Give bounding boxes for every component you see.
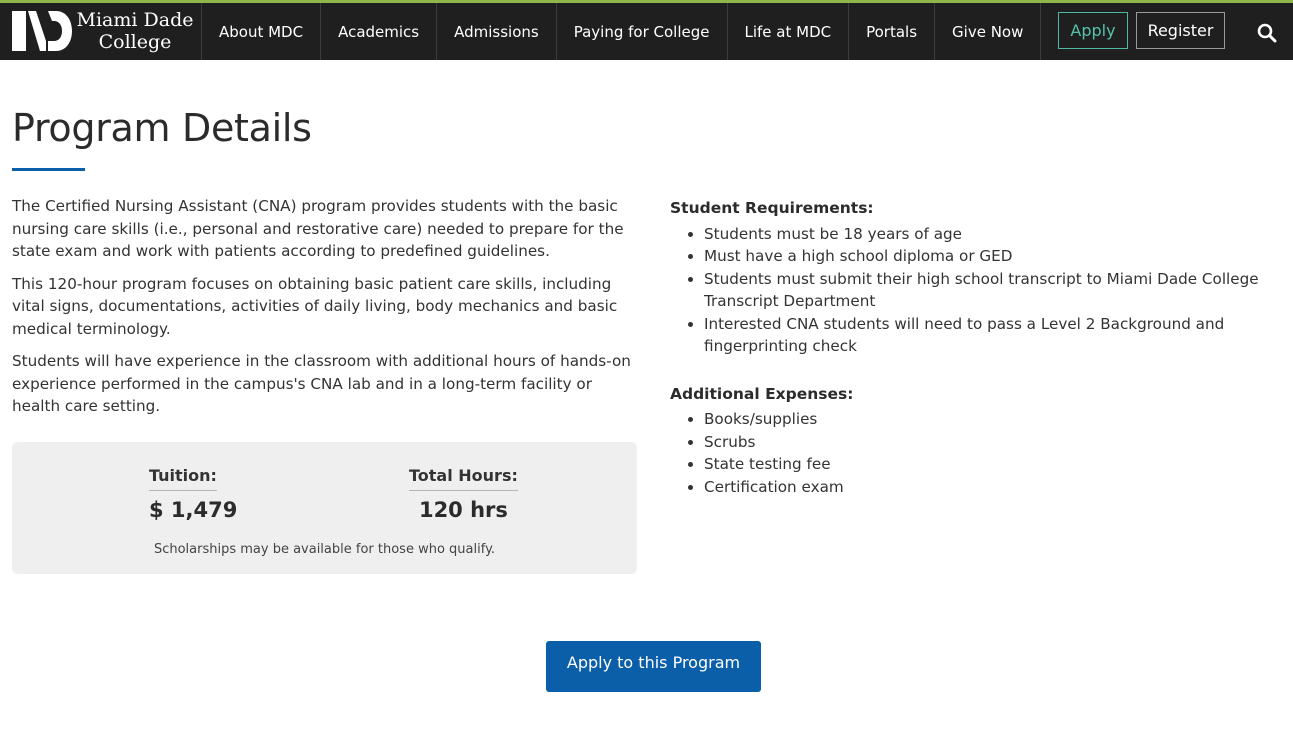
expenses-heading: Additional Expenses:	[670, 384, 854, 403]
list-item: Certification exam	[704, 476, 1270, 499]
description-paragraph: The Certified Nursing Assistant (CNA) pr…	[12, 197, 624, 260]
logo-line-2: College	[98, 31, 172, 53]
hours-label: Total Hours:	[409, 466, 518, 491]
requirements-heading: Student Requirements:	[670, 199, 874, 217]
mdc-logo-link[interactable]: Miami Dade College	[0, 3, 202, 60]
hours-value: 120 hrs	[418, 498, 508, 522]
program-cost-box: Tuition: $ 1,479 Total Hours: 120 hrs Sc…	[12, 442, 637, 574]
page-title: Program Details	[12, 106, 312, 150]
expenses-list: Books/supplies Scrubs State testing fee …	[670, 408, 1270, 498]
nav-portals[interactable]: Portals	[849, 3, 936, 60]
logo-line-1: Miami Dade	[76, 9, 194, 31]
list-item: Interested CNA students will need to pas…	[704, 313, 1270, 358]
nav-life-at-mdc[interactable]: Life at MDC	[728, 3, 850, 60]
nav-academics[interactable]: Academics	[321, 3, 438, 60]
description-paragraph: Students will have experience in the cla…	[12, 352, 631, 415]
mdc-logo-icon	[12, 11, 72, 51]
title-underline	[12, 168, 85, 171]
search-button[interactable]	[1256, 22, 1278, 44]
search-icon	[1257, 23, 1277, 43]
list-item: Students must be 18 years of age	[704, 223, 1270, 246]
tuition-label: Tuition:	[149, 466, 217, 491]
register-button[interactable]: Register	[1136, 12, 1225, 49]
list-item: State testing fee	[704, 453, 1270, 476]
top-navigation-bar: Miami Dade College About MDC Academics A…	[0, 0, 1293, 60]
tuition-value: $ 1,479	[149, 498, 238, 522]
requirements-column: Student Requirements: Students must be 1…	[670, 197, 1270, 523]
nav-admissions[interactable]: Admissions	[437, 3, 557, 60]
nav-about-mdc[interactable]: About MDC	[202, 3, 322, 60]
list-item: Books/supplies	[704, 408, 1270, 431]
list-item: Scrubs	[704, 431, 1270, 454]
list-item: Must have a high school diploma or GED	[704, 245, 1270, 268]
logo-wordmark: Miami Dade College	[75, 9, 195, 53]
nav-give-now[interactable]: Give Now	[935, 3, 1042, 60]
program-description: The Certified Nursing Assistant (CNA) pr…	[12, 195, 637, 428]
nav-paying-for-college[interactable]: Paying for College	[557, 3, 728, 60]
description-paragraph: This 120-hour program focuses on obtaini…	[12, 274, 618, 338]
requirements-list: Students must be 18 years of age Must ha…	[670, 223, 1270, 358]
scholarship-note: Scholarships may be available for those …	[153, 542, 496, 557]
apply-to-program-button[interactable]: Apply to this Program	[546, 641, 761, 692]
list-item: Students must submit their high school t…	[704, 268, 1270, 313]
main-nav: About MDC Academics Admissions Paying fo…	[202, 3, 1042, 60]
apply-button[interactable]: Apply	[1058, 12, 1128, 49]
tuition-stat: Tuition: $ 1,479	[149, 466, 237, 522]
hours-stat: Total Hours: 120 hrs	[409, 466, 518, 522]
